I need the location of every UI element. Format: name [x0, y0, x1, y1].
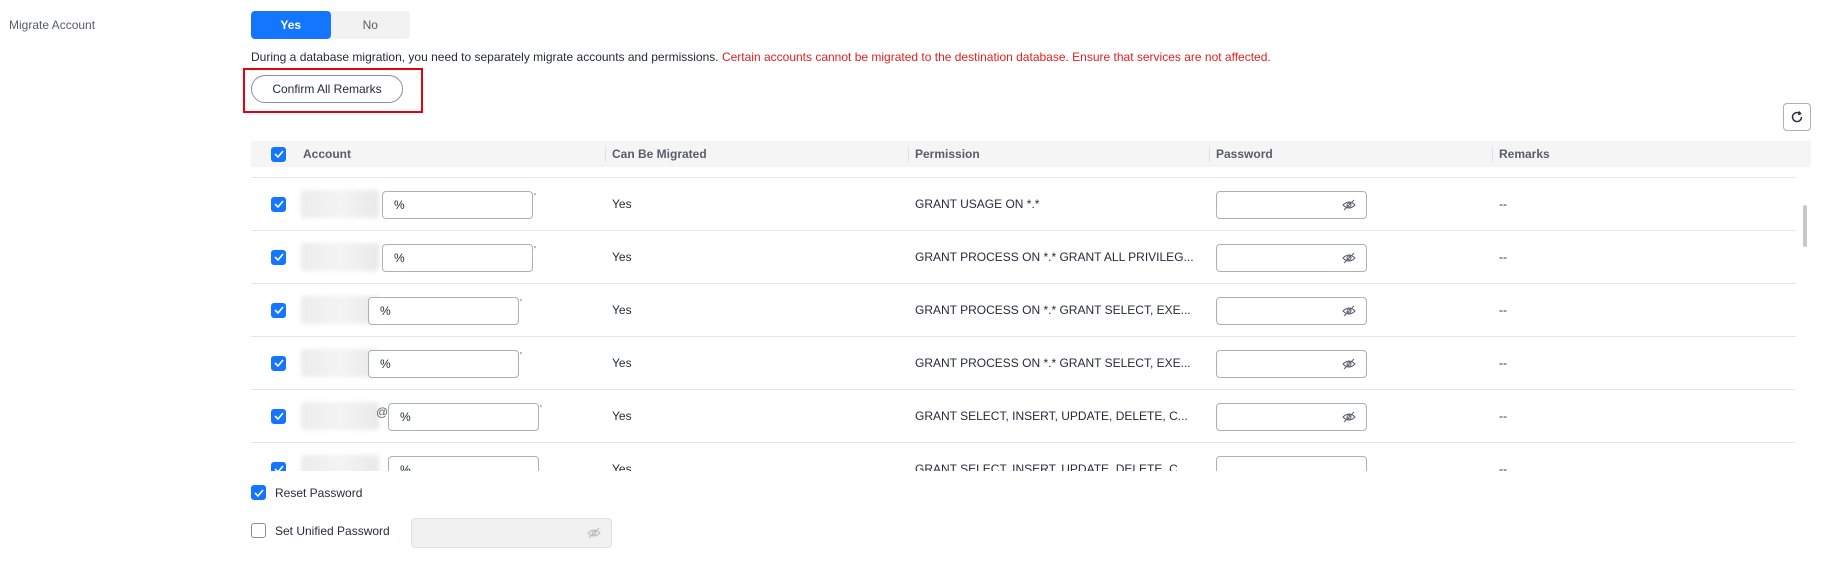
password-input[interactable]: [1216, 456, 1367, 471]
password-input[interactable]: [1216, 297, 1367, 325]
quote-mark: ': [534, 245, 536, 256]
table-row: % ' Yes GRANT PROCESS ON *.* GRANT SELEC…: [251, 284, 1796, 337]
eye-off-icon[interactable]: [1342, 305, 1356, 317]
can-be-migrated-value: Yes: [612, 303, 632, 317]
check-icon: [273, 359, 284, 367]
password-input[interactable]: [1216, 403, 1367, 431]
set-unified-password-option[interactable]: Set Unified Password: [251, 523, 390, 538]
can-be-migrated-value: Yes: [612, 250, 632, 264]
check-icon: [273, 150, 284, 158]
check-icon: [273, 200, 284, 208]
remarks-value: --: [1499, 356, 1507, 370]
can-be-migrated-value: Yes: [612, 409, 632, 423]
quote-mark: ': [520, 351, 522, 362]
check-icon: [273, 253, 284, 261]
eye-off-icon: [587, 527, 601, 539]
reset-password-option[interactable]: Reset Password: [251, 485, 362, 500]
row-checkbox[interactable]: [271, 355, 286, 371]
table-row: % ' Yes GRANT PROCESS ON *.* GRANT SELEC…: [251, 337, 1796, 390]
table-scrollbar[interactable]: [1803, 205, 1807, 247]
row-checkbox[interactable]: [271, 249, 286, 265]
permission-value: GRANT PROCESS ON *.* GRANT SELECT, EXE..…: [915, 303, 1191, 317]
can-be-migrated-value: Yes: [612, 197, 632, 211]
set-unified-password-checkbox[interactable]: [251, 523, 266, 538]
migrate-account-toggle: Yes No: [251, 11, 410, 39]
table-row: % ' Yes GRANT USAGE ON *.* --: [251, 178, 1796, 231]
column-divider: [908, 146, 909, 162]
eye-off-icon[interactable]: [1342, 411, 1356, 423]
migration-description: During a database migration, you need to…: [251, 50, 1271, 64]
refresh-icon: [1791, 111, 1803, 123]
host-input[interactable]: %: [388, 456, 539, 471]
quote-mark: ': [520, 298, 522, 309]
remarks-value: --: [1499, 303, 1507, 317]
check-icon: [273, 306, 284, 314]
password-input[interactable]: [1216, 350, 1367, 378]
migrate-no-button[interactable]: No: [331, 11, 411, 39]
reset-password-checkbox[interactable]: [251, 485, 266, 500]
header-can-be-migrated: Can Be Migrated: [612, 147, 707, 161]
can-be-migrated-value: Yes: [612, 462, 632, 471]
check-icon: [273, 412, 284, 420]
password-input[interactable]: [1216, 244, 1367, 272]
remarks-value: --: [1499, 462, 1507, 471]
quote-mark: ': [534, 192, 536, 203]
permission-value: GRANT SELECT, INSERT, UPDATE, DELETE, C.…: [915, 409, 1188, 423]
host-input[interactable]: %: [368, 297, 519, 325]
select-all-cell: [271, 141, 286, 167]
eye-off-icon[interactable]: [1342, 358, 1356, 370]
column-divider: [1209, 146, 1210, 162]
header-remarks: Remarks: [1499, 147, 1550, 161]
table-row: % ' Yes GRANT PROCESS ON *.* GRANT ALL P…: [251, 231, 1796, 284]
table-header: Account Can Be Migrated Permission Passw…: [251, 141, 1811, 167]
permission-value: GRANT USAGE ON *.*: [915, 197, 1040, 211]
description-text: During a database migration, you need to…: [251, 50, 719, 64]
can-be-migrated-value: Yes: [612, 356, 632, 370]
host-input[interactable]: %: [382, 191, 533, 219]
account-name-redacted: [301, 190, 379, 218]
row-checkbox[interactable]: [271, 302, 286, 318]
table-body: % ' Yes GRANT USAGE ON *.* -- % ' Yes GR…: [251, 167, 1811, 471]
confirm-all-remarks-button[interactable]: Confirm All Remarks: [251, 75, 403, 103]
header-account: Account: [303, 147, 351, 161]
remarks-value: --: [1499, 409, 1507, 423]
eye-off-icon[interactable]: [1342, 199, 1356, 211]
unified-password-input[interactable]: [411, 518, 612, 548]
select-all-checkbox[interactable]: [271, 146, 286, 162]
check-icon: [273, 465, 284, 471]
reset-password-label: Reset Password: [275, 485, 363, 500]
account-name-redacted: [301, 455, 379, 471]
permission-value: GRANT SELECT, INSERT, UPDATE, DELETE, C.…: [915, 462, 1188, 471]
permission-value: GRANT PROCESS ON *.* GRANT SELECT, EXE..…: [915, 356, 1191, 370]
account-name-redacted: [301, 402, 379, 430]
remarks-value: --: [1499, 197, 1507, 211]
row-checkbox[interactable]: [271, 408, 286, 424]
check-icon: [253, 488, 264, 497]
row-checkbox[interactable]: [271, 461, 286, 471]
refresh-button[interactable]: [1783, 103, 1811, 131]
migrate-account-label: Migrate Account: [9, 18, 96, 32]
table-row: [251, 167, 1796, 178]
row-checkbox[interactable]: [271, 196, 286, 212]
eye-off-icon[interactable]: [1342, 252, 1356, 264]
host-input[interactable]: %: [382, 244, 533, 272]
set-unified-password-label: Set Unified Password: [275, 523, 390, 538]
permission-value: GRANT PROCESS ON *.* GRANT ALL PRIVILEG.…: [915, 250, 1194, 264]
remarks-value: --: [1499, 250, 1507, 264]
at-sign: @: [376, 405, 389, 419]
column-divider: [1492, 146, 1493, 162]
host-input[interactable]: %: [388, 403, 539, 431]
quote-mark: ': [540, 404, 542, 415]
header-password: Password: [1216, 147, 1273, 161]
table-row: @ % ' Yes GRANT SELECT, INSERT, UPDATE, …: [251, 390, 1796, 443]
header-permission: Permission: [915, 147, 980, 161]
password-input[interactable]: [1216, 191, 1367, 219]
migrate-yes-button[interactable]: Yes: [251, 11, 331, 39]
account-name-redacted: [301, 243, 379, 271]
table-row: % Yes GRANT SELECT, INSERT, UPDATE, DELE…: [251, 443, 1796, 471]
host-input[interactable]: %: [368, 350, 519, 378]
column-divider: [605, 146, 606, 162]
description-warning: Certain accounts cannot be migrated to t…: [721, 50, 1271, 64]
